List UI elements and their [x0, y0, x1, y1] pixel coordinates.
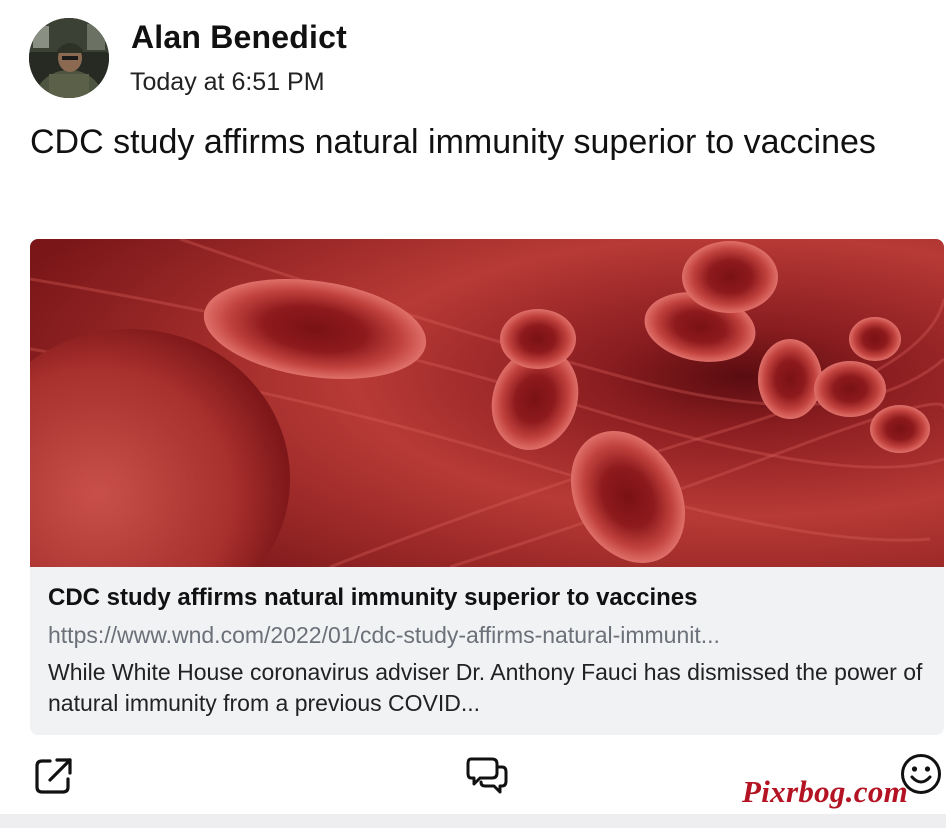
- link-url[interactable]: https://www.wnd.com/2022/01/cdc-study-af…: [48, 622, 918, 649]
- post-card: Alan Benedict Today at 6:51 PM CDC study…: [0, 0, 946, 814]
- share-icon: [35, 758, 72, 794]
- post-timestamp[interactable]: Today at 6:51 PM: [130, 68, 325, 97]
- link-title[interactable]: CDC study affirms natural immunity super…: [48, 584, 698, 612]
- post-text: CDC study affirms natural immunity super…: [30, 123, 876, 161]
- avatar[interactable]: [29, 18, 109, 98]
- author-name[interactable]: Alan Benedict: [131, 19, 347, 56]
- watermark: Pixrbog.com: [742, 774, 909, 809]
- link-description: While White House coronavirus adviser Dr…: [48, 659, 923, 716]
- feed-separator: [0, 814, 946, 828]
- comment-icon: [466, 757, 508, 794]
- comment-button[interactable]: [465, 753, 509, 797]
- link-preview-card[interactable]: CDC study affirms natural immunity super…: [30, 239, 944, 735]
- share-button[interactable]: [32, 753, 76, 797]
- red-blood-cells-image: [30, 239, 944, 567]
